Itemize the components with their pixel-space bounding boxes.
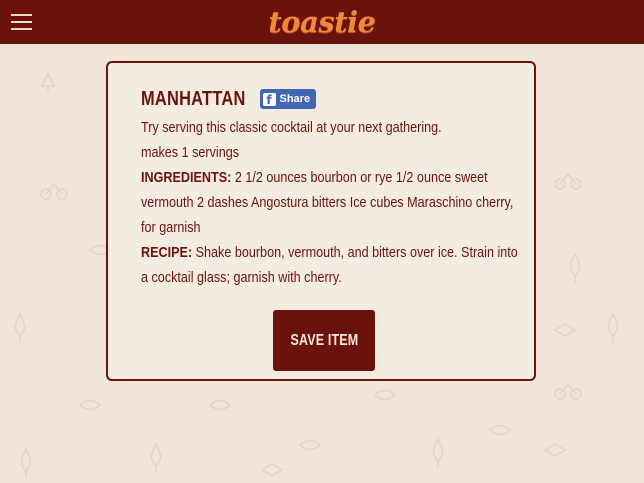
recipe-description: Try serving this classic cocktail at you…	[141, 119, 442, 136]
recipe-servings: makes 1 servings	[141, 144, 240, 161]
share-label: Share	[279, 93, 311, 105]
save-item-label: SAVE ITEM	[290, 331, 358, 349]
save-item-button[interactable]: SAVE ITEM	[273, 310, 375, 371]
logo-text: toastie	[268, 5, 376, 39]
menu-line	[11, 21, 32, 23]
recipe-section: RECIPE: Shake bourbon, vermouth, and bit…	[141, 240, 521, 290]
recipe-card: MANHATTAN f Share Try serving this class…	[106, 61, 536, 381]
recipe-title-row: MANHATTAN f Share	[141, 83, 521, 115]
top-navigation-bar: toastie	[0, 0, 644, 44]
ingredients-section: INGREDIENTS: 2 1/2 ounces bourbon or rye…	[141, 165, 521, 240]
recipe-text: Shake bourbon, vermouth, and bitters ove…	[141, 244, 518, 286]
facebook-icon: f	[262, 92, 276, 107]
toastie-logo[interactable]: toastie	[268, 3, 376, 41]
recipe-label: RECIPE:	[141, 244, 193, 261]
hamburger-menu-icon[interactable]	[11, 12, 33, 32]
menu-line	[11, 28, 32, 30]
recipe-content: MANHATTAN f Share Try serving this class…	[141, 83, 521, 290]
menu-line	[11, 14, 32, 16]
facebook-share-button[interactable]: f Share	[259, 89, 317, 109]
recipe-title: MANHATTAN	[141, 87, 246, 110]
ingredients-label: INGREDIENTS:	[141, 169, 232, 186]
